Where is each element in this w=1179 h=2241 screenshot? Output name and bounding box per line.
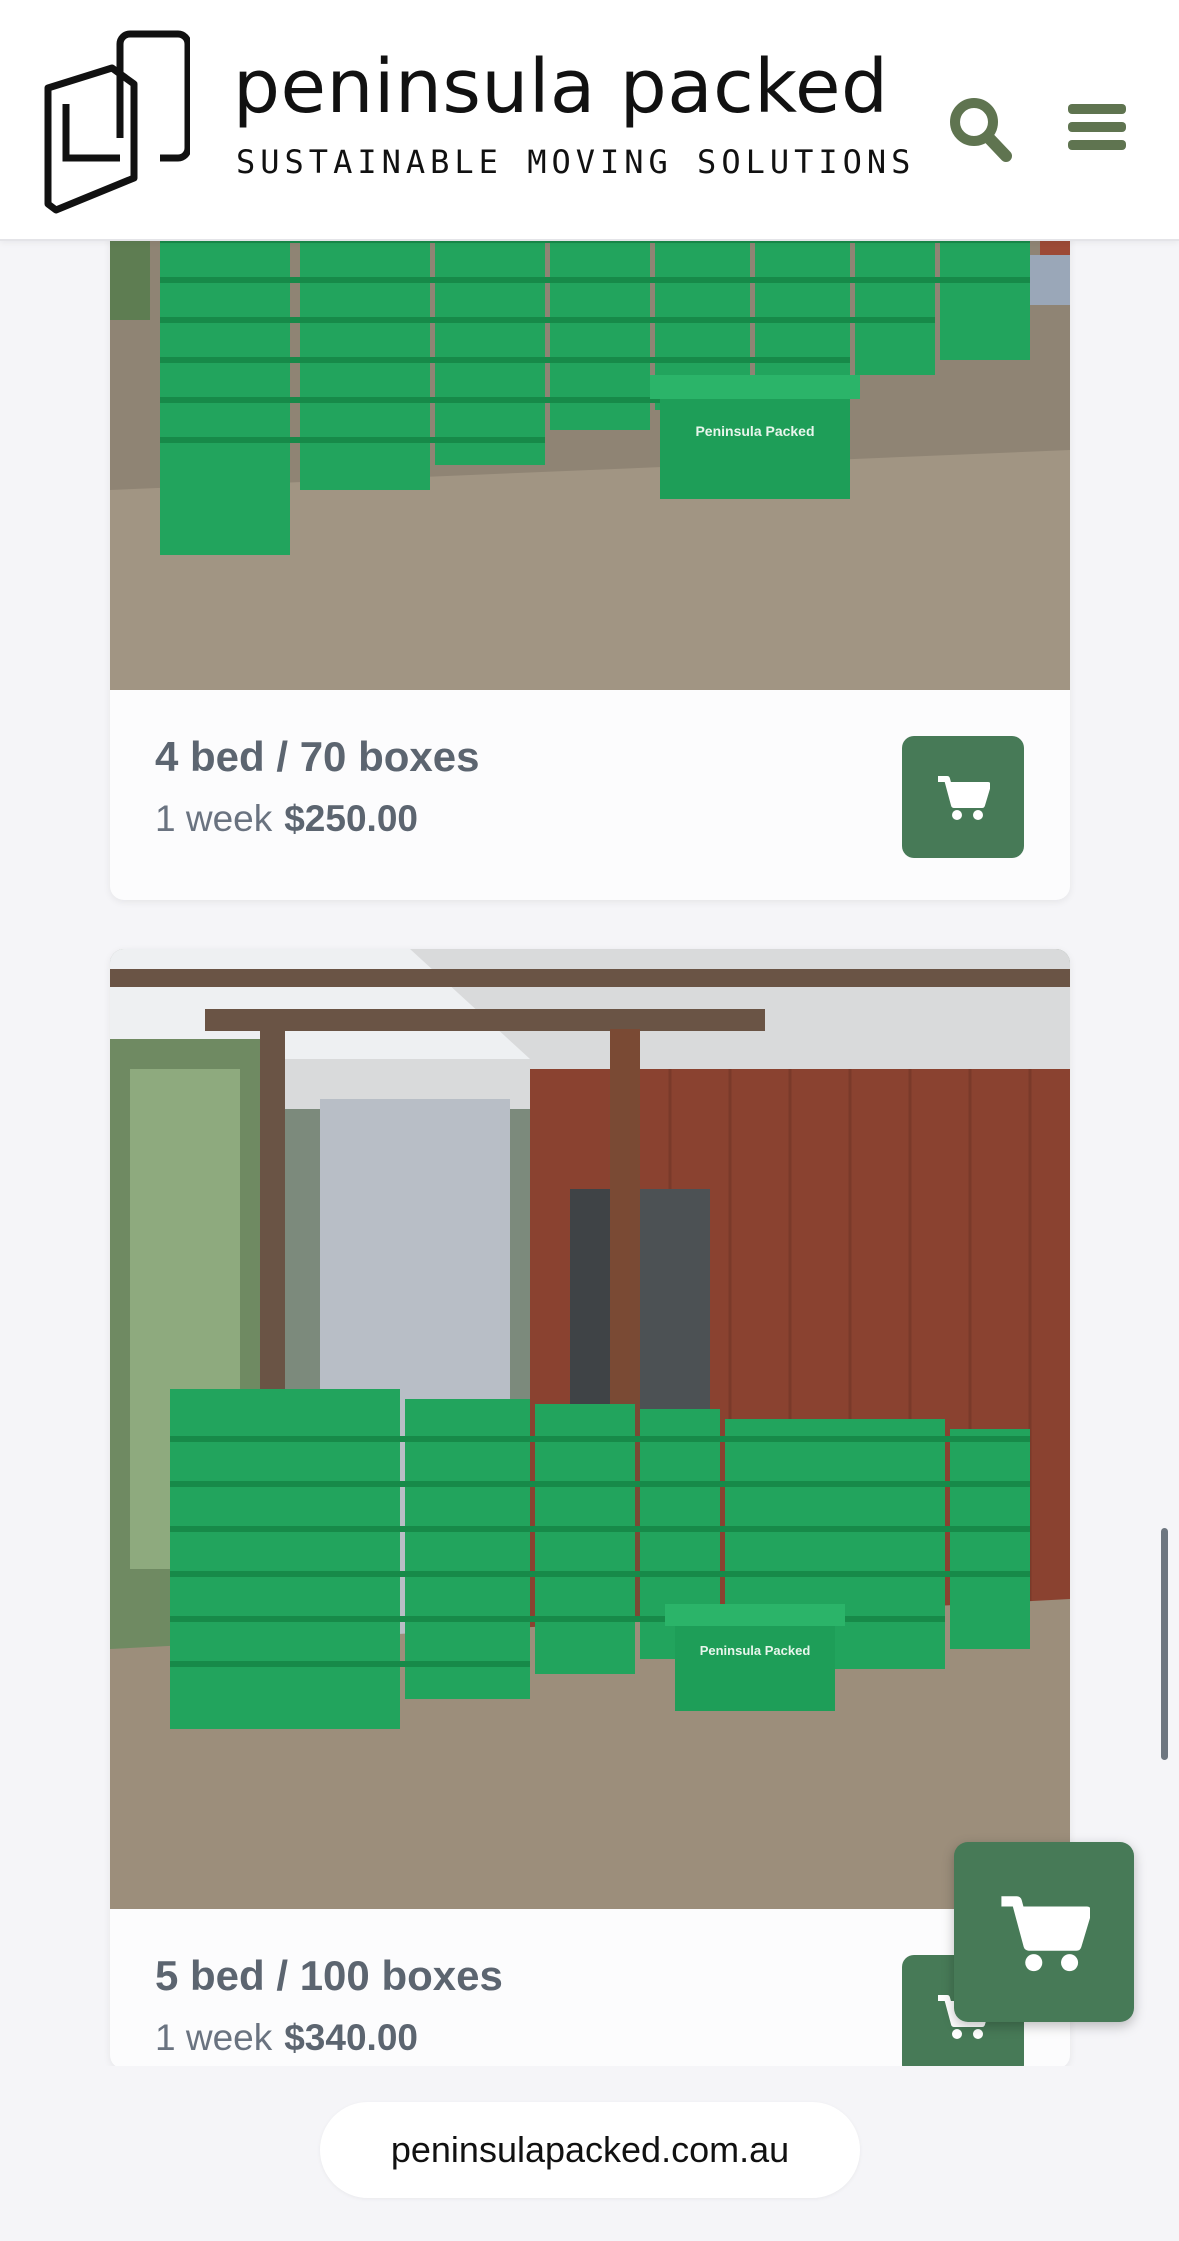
rental-duration: 1 week <box>155 798 273 839</box>
cart-icon <box>938 776 990 820</box>
site-header: peninsula packed SUSTAINABLE MOVING SOLU… <box>0 0 1179 241</box>
hamburger-menu-icon[interactable] <box>1068 102 1126 152</box>
cart-icon <box>1001 1896 1090 1972</box>
address-bar[interactable]: peninsulapacked.com.au <box>320 2102 860 2198</box>
product-title: 4 bed / 70 boxes <box>155 733 480 780</box>
product-price: $340.00 <box>284 2017 418 2058</box>
product-card[interactable]: Peninsula Packed 5 bed / 100 boxes 1 wee… <box>110 949 1070 2069</box>
product-photo[interactable]: Peninsula Packed <box>110 200 1070 690</box>
scrollbar-thumb[interactable] <box>1161 1528 1168 1760</box>
product-card[interactable]: Peninsula Packed 4 bed / 70 boxes 1 week… <box>110 200 1070 900</box>
product-pricing: 1 week $340.00 <box>155 2017 418 2059</box>
crate-label: Peninsula Packed <box>700 1643 811 1658</box>
rental-duration: 1 week <box>155 2017 273 2058</box>
search-icon[interactable] <box>948 96 1012 162</box>
brand-name: peninsula packed <box>233 44 889 130</box>
product-pricing: 1 week $250.00 <box>155 798 418 840</box>
product-price: $250.00 <box>284 798 418 839</box>
product-photo[interactable]: Peninsula Packed <box>110 949 1070 1909</box>
peninsula-packed-logo-icon[interactable] <box>42 28 190 214</box>
floating-cart-button[interactable] <box>954 1842 1134 2022</box>
add-to-cart-button[interactable] <box>902 736 1024 858</box>
crate-label: Peninsula Packed <box>695 423 814 439</box>
browser-bottom-bar: peninsulapacked.com.au <box>0 2066 1179 2241</box>
brand-tagline: SUSTAINABLE MOVING SOLUTIONS <box>236 143 916 181</box>
product-title: 5 bed / 100 boxes <box>155 1952 503 1999</box>
